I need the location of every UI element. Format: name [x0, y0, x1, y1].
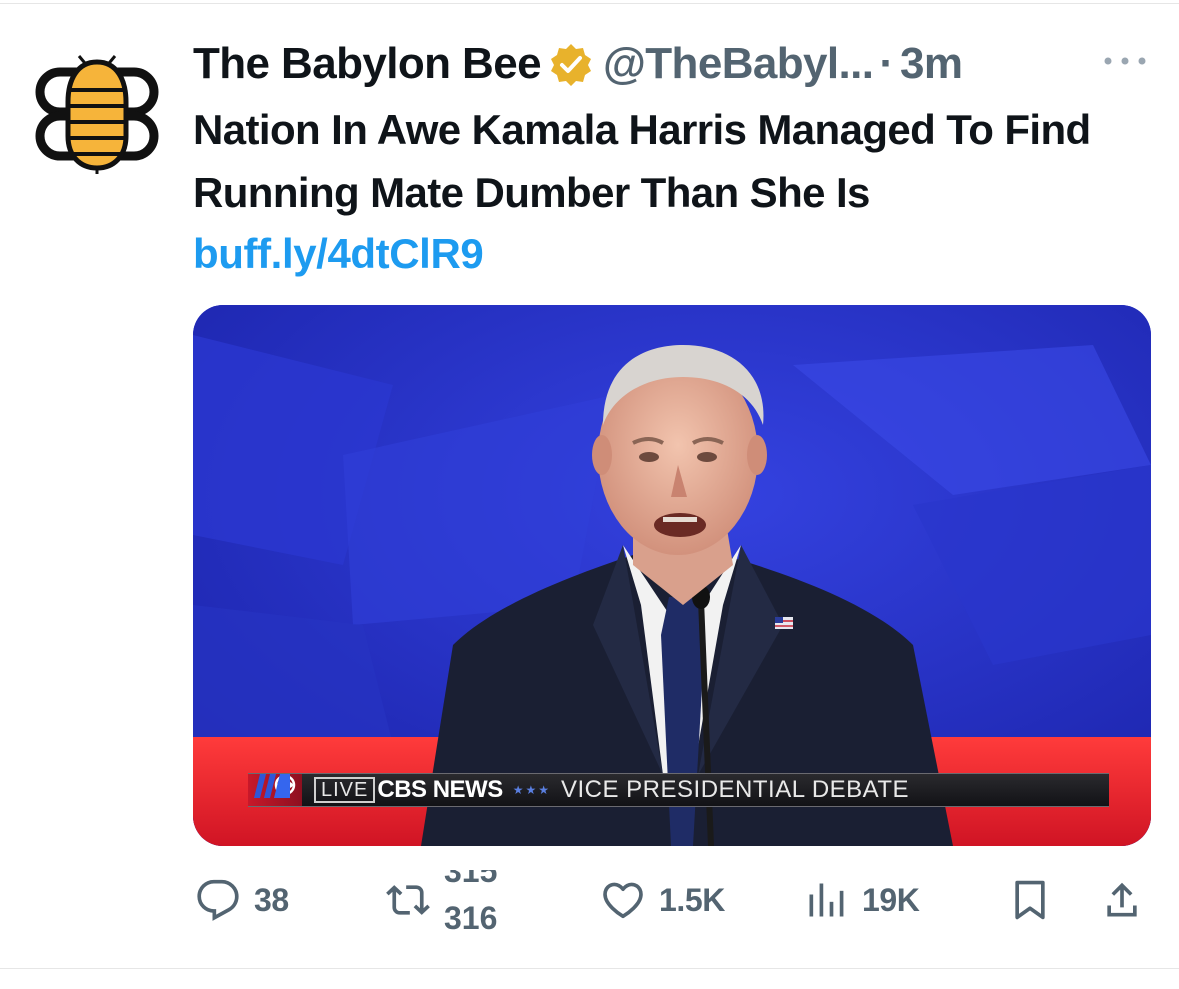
- separator-dot: ·: [879, 39, 895, 88]
- retweet-count: 316: [444, 900, 498, 930]
- retweet-button[interactable]: 315 316: [386, 870, 524, 930]
- reply-count: 38: [254, 881, 289, 918]
- tweet-text: Nation In Awe Kamala Harris Managed To F…: [193, 106, 1091, 216]
- chyron-stars: ★★★: [512, 783, 551, 797]
- views-chart-icon: [809, 883, 844, 917]
- retweet-count-previous: 315: [444, 870, 498, 889]
- bee-logo-icon[interactable]: [22, 40, 172, 180]
- tweet-header: The Babylon Bee @TheBabyl... · 3m: [193, 36, 963, 92]
- tweet-media-image[interactable]: LIVE CBS NEWS ★★★ VICE PRESIDENTIAL DEBA…: [193, 305, 1151, 846]
- share-button[interactable]: [1100, 870, 1144, 930]
- views-count: 19K: [862, 881, 920, 918]
- action-bar: 38 315 316 1.5K 19K: [0, 870, 1179, 940]
- share-icon: [1107, 882, 1137, 917]
- account-handle[interactable]: @TheBabyl...: [603, 39, 874, 89]
- like-count: 1.5K: [659, 881, 725, 918]
- chyron-title: VICE PRESIDENTIAL DEBATE: [560, 776, 910, 803]
- gold-check-badge-icon[interactable]: [549, 42, 593, 86]
- tweet-link[interactable]: buff.ly/4dtClR9: [193, 222, 484, 285]
- live-badge: LIVE: [314, 777, 376, 803]
- chyron-stripes-icon: [254, 774, 290, 798]
- bookmark-button[interactable]: [1008, 870, 1052, 930]
- debate-photo: [193, 305, 1151, 846]
- more-options-icon[interactable]: [1100, 49, 1150, 73]
- network-name: CBS NEWS: [377, 776, 503, 803]
- timestamp[interactable]: 3m: [900, 39, 963, 89]
- bottom-divider: [0, 968, 1179, 969]
- top-divider: [0, 3, 1179, 4]
- views-button[interactable]: 19K: [804, 870, 920, 930]
- heart-icon: [603, 882, 643, 919]
- retweet-icon: [386, 885, 430, 915]
- bookmark-icon: [1015, 880, 1045, 920]
- reply-icon: [197, 879, 239, 921]
- retweet-count-ticker: 315 316: [444, 870, 524, 930]
- like-button[interactable]: 1.5K: [601, 870, 725, 930]
- display-name[interactable]: The Babylon Bee: [193, 39, 542, 89]
- news-chyron: LIVE CBS NEWS ★★★ VICE PRESIDENTIAL DEBA…: [248, 773, 1109, 807]
- reply-button[interactable]: 38: [196, 870, 289, 930]
